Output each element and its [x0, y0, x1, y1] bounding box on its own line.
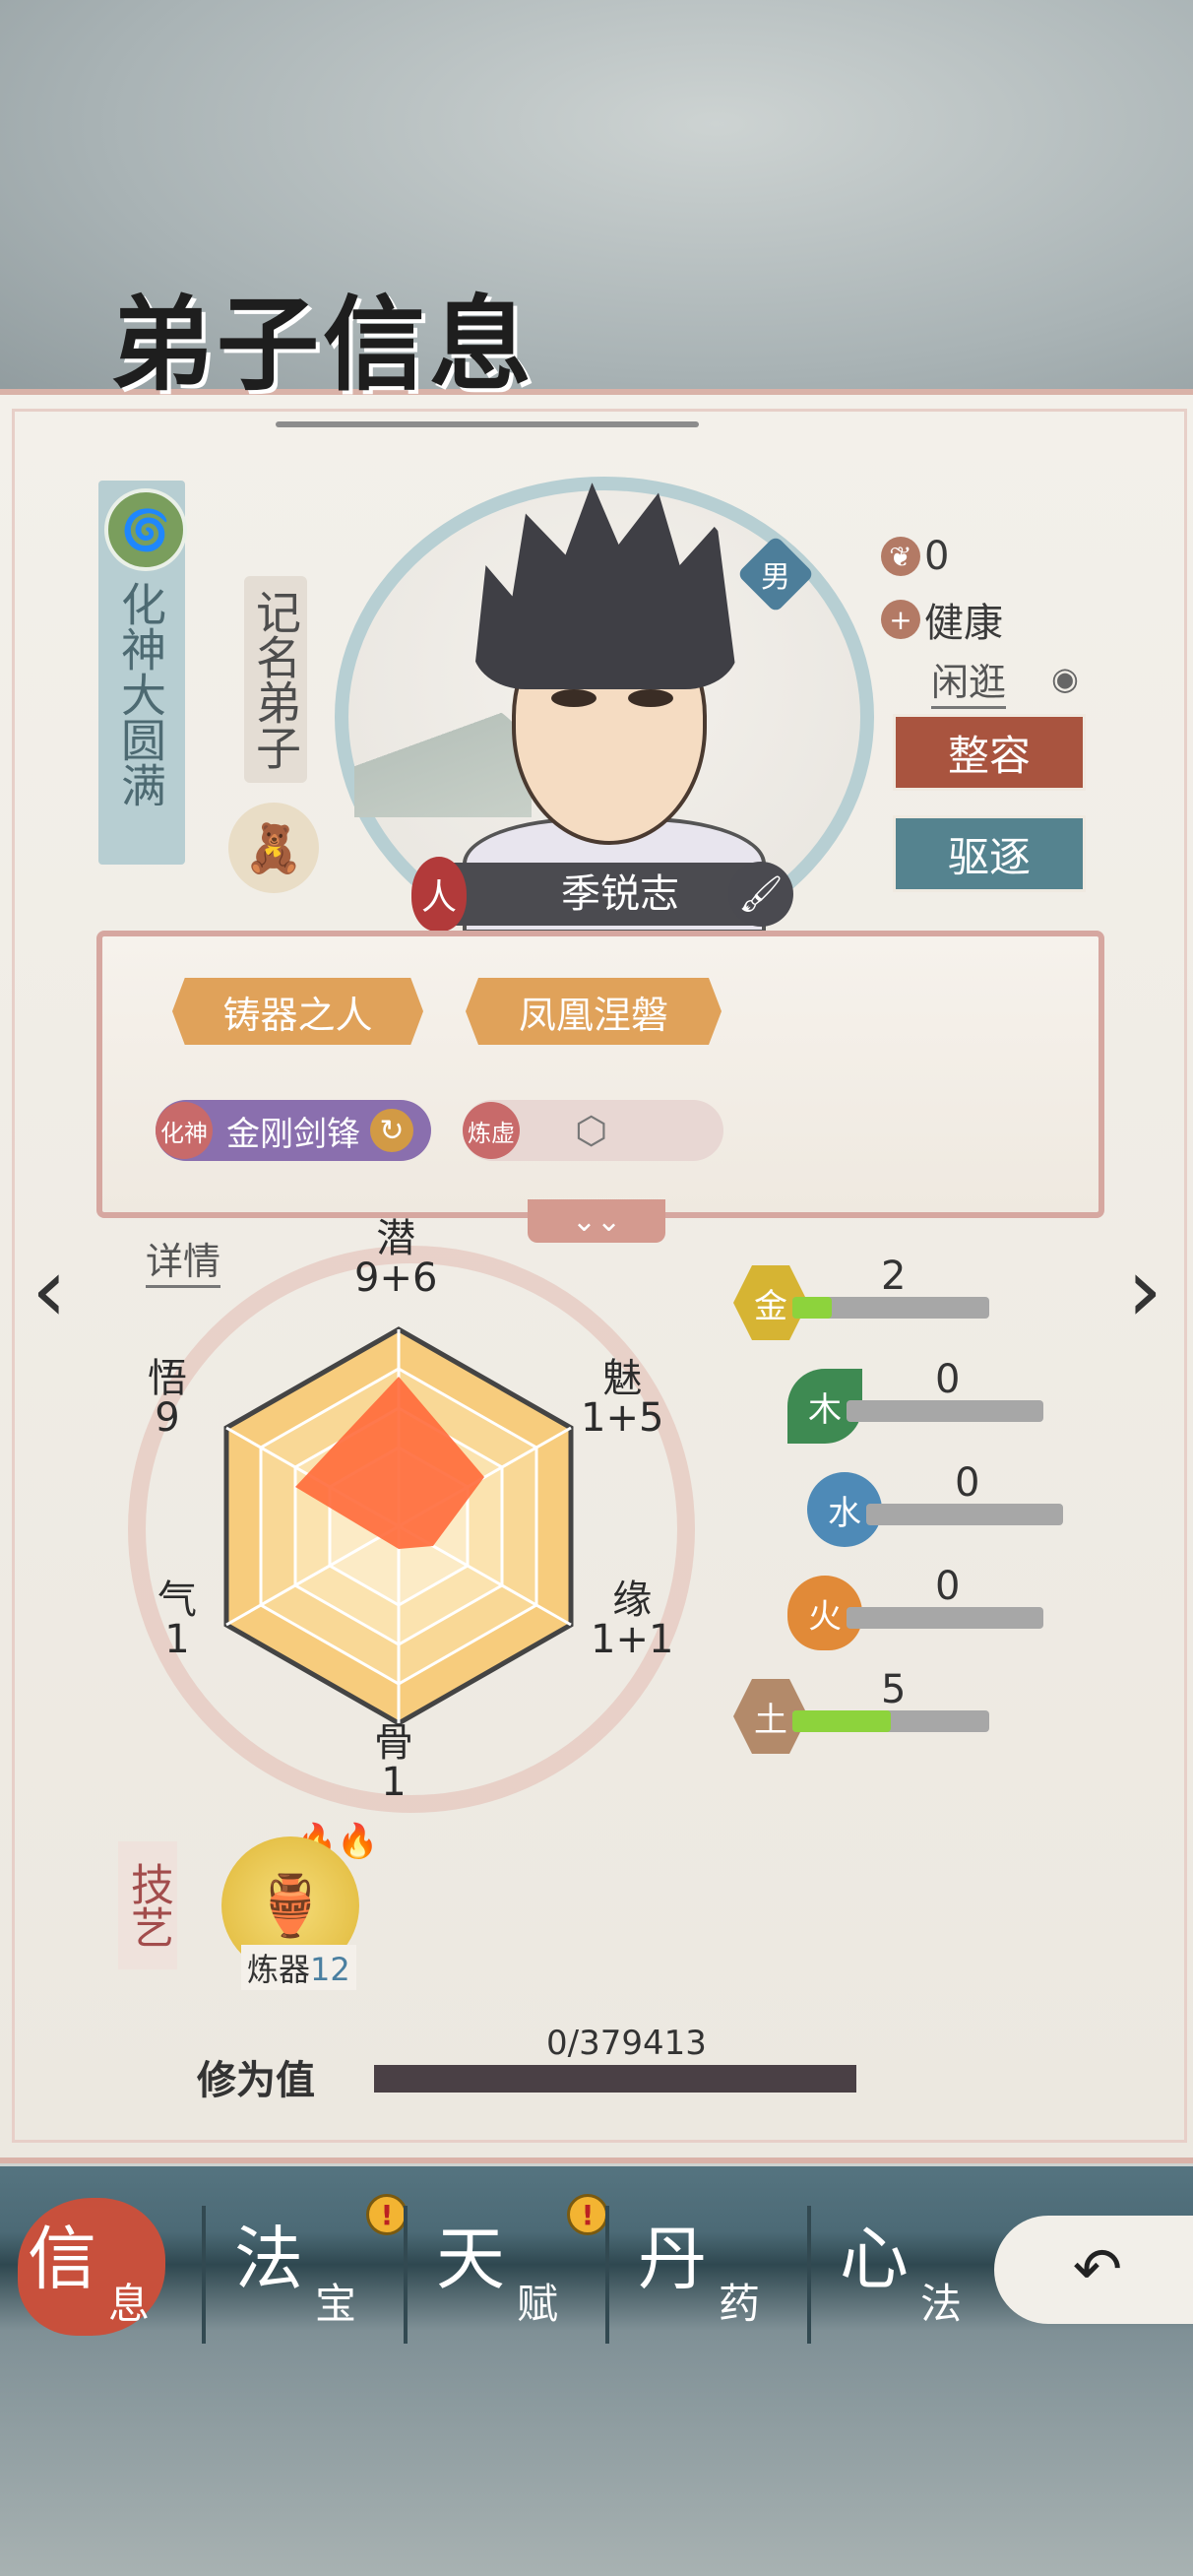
element-fire-row: 火 0: [787, 1564, 1043, 1654]
title-underline: [276, 421, 699, 427]
attribute-radar-chart: [223, 1326, 574, 1726]
element-bar: [792, 1710, 989, 1732]
tab-divider: [807, 2206, 811, 2344]
portrait-eye-right: [628, 689, 673, 707]
page-title: 弟子信息: [110, 284, 536, 405]
alert-icon: !: [567, 2194, 608, 2235]
contribution-icon: ❦: [881, 537, 920, 576]
tab-divider: [605, 2206, 609, 2344]
tab-divider: [202, 2206, 206, 2344]
trait-tag[interactable]: 凤凰涅磐: [466, 978, 722, 1045]
realm-label: 化神大圆满: [114, 581, 167, 807]
race-badge: 人: [411, 857, 467, 932]
crafts-label: 技艺: [118, 1841, 177, 1969]
skill-pill-empty[interactable]: 炼虚 ⬡: [463, 1100, 723, 1161]
next-disciple-arrow-icon[interactable]: ›: [1110, 1239, 1179, 1342]
attr-potential: 潜 9+6: [354, 1216, 438, 1301]
element-value: 5: [881, 1667, 907, 1712]
attr-fate: 缘 1+1: [591, 1578, 674, 1662]
alert-icon: !: [366, 2194, 408, 2235]
tab-info[interactable]: 信 息: [10, 2194, 197, 2342]
attr-bone: 骨1: [374, 1720, 413, 1805]
element-bar: [847, 1607, 1043, 1629]
element-value: 0: [935, 1357, 961, 1402]
element-bar: [792, 1297, 989, 1319]
traits-panel: [96, 931, 1104, 1218]
trait-tag[interactable]: 铸器之人: [172, 978, 423, 1045]
element-value: 0: [935, 1564, 961, 1609]
empty-slot-icon: ⬡: [575, 1109, 608, 1152]
element-value: 0: [955, 1460, 980, 1506]
element-wood-row: 木 0: [787, 1357, 1043, 1448]
element-bar: [847, 1400, 1043, 1422]
cultivation-value: 0/379413: [546, 2024, 707, 2063]
disciple-name[interactable]: 季锐志: [472, 863, 768, 926]
detail-link[interactable]: 详情: [146, 1231, 221, 1288]
skill-tier-badge: 化神: [156, 1102, 213, 1159]
spirit-pet-icon[interactable]: 🧸: [228, 803, 319, 893]
rename-brush-icon[interactable]: 🖌: [728, 862, 793, 927]
swap-icon[interactable]: ↻: [370, 1109, 413, 1152]
element-fill: [792, 1710, 891, 1732]
location-pin-icon[interactable]: ◉: [1051, 660, 1079, 697]
makeover-button[interactable]: 整容: [893, 714, 1086, 791]
cultivation-label: 修为值: [197, 2057, 315, 2103]
element-value: 2: [881, 1254, 907, 1299]
cultivation-progress-bar: [374, 2065, 856, 2093]
attr-charm: 魅 1+5: [581, 1356, 664, 1441]
health-status: + 健康: [881, 591, 1003, 648]
skill-pill[interactable]: 化神 金刚剑锋 ↻: [156, 1100, 431, 1161]
health-cross-icon: +: [881, 600, 920, 639]
element-bar: [866, 1504, 1063, 1525]
attr-insight: 悟9: [148, 1356, 187, 1441]
tab-mind-method[interactable]: 心 法: [822, 2194, 1009, 2342]
activity-status[interactable]: 闲逛: [931, 652, 1007, 709]
tab-divider: [404, 2206, 408, 2344]
prev-disciple-arrow-icon[interactable]: ‹: [15, 1239, 84, 1342]
element-water-row: 水 0: [807, 1460, 1063, 1551]
craft-skill-label: 炼器12: [241, 1945, 356, 1990]
attr-qi: 气1: [157, 1578, 197, 1662]
expand-chevron-icon[interactable]: ⌄⌄: [528, 1199, 665, 1243]
tab-pills[interactable]: 丹 药: [620, 2194, 807, 2342]
expel-button[interactable]: 驱逐: [893, 815, 1086, 892]
back-arrow-icon[interactable]: ↶: [994, 2216, 1193, 2324]
skill-tier-badge: 炼虚: [463, 1102, 520, 1159]
skill-name: 金刚剑锋: [226, 1114, 360, 1154]
rank-label: 记名弟子: [244, 576, 307, 783]
element-earth-row: 土 5: [733, 1667, 999, 1758]
flame-icon: 🔥: [337, 1822, 379, 1861]
element-metal-row: 金 2: [733, 1254, 999, 1344]
realm-swirl-icon: 🌀: [104, 488, 187, 571]
portrait-eye-left: [551, 689, 596, 707]
element-fill: [792, 1297, 832, 1319]
heart-count: ❦ 0: [881, 534, 949, 579]
